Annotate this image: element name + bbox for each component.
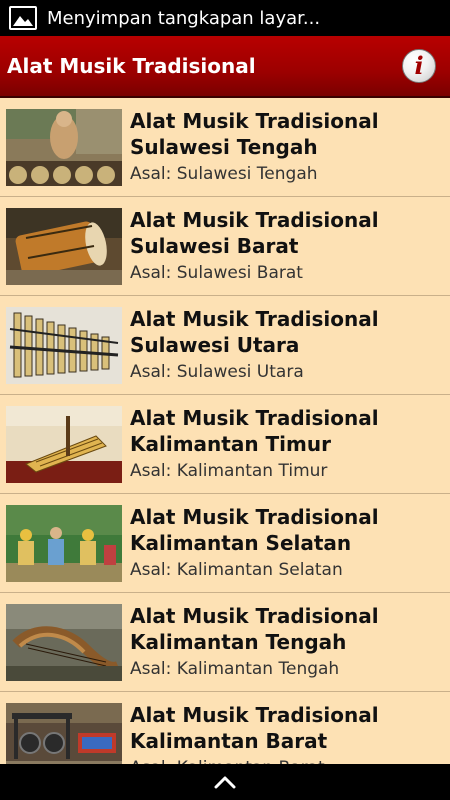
- navigation-bar: [0, 764, 450, 800]
- list-item-kalimantan-timur[interactable]: Alat Musik Tradisional Kalimantan Timur …: [0, 395, 450, 494]
- item-title: Alat Musik Tradisional: [130, 109, 379, 133]
- item-title: Alat Musik Tradisional: [130, 208, 379, 232]
- instrument-thumbnail: [6, 208, 122, 285]
- instrument-thumbnail: [6, 406, 122, 483]
- list-item-kalimantan-selatan[interactable]: Alat Musik Tradisional Kalimantan Selata…: [0, 494, 450, 593]
- instrument-thumbnail: [6, 505, 122, 582]
- instrument-thumbnail: [6, 604, 122, 681]
- item-origin: Asal: Sulawesi Utara: [130, 362, 304, 382]
- list-item-sulawesi-tengah[interactable]: Alat Musik Tradisional Sulawesi Tengah A…: [0, 98, 450, 197]
- item-origin: Asal: Sulawesi Barat: [130, 263, 303, 283]
- item-title-region: Kalimantan Selatan: [130, 531, 352, 555]
- item-title-region: Sulawesi Tengah: [130, 135, 318, 159]
- item-title-region: Sulawesi Utara: [130, 333, 300, 357]
- item-title: Alat Musik Tradisional: [130, 703, 379, 727]
- item-title: Alat Musik Tradisional: [130, 505, 379, 529]
- item-origin: Asal: Kalimantan Tengah: [130, 659, 340, 679]
- instrument-thumbnail: [6, 109, 122, 186]
- item-origin: Asal: Kalimantan Timur: [130, 461, 328, 481]
- status-bar: Menyimpan tangkapan layar...: [0, 0, 450, 36]
- list-item-kalimantan-tengah[interactable]: Alat Musik Tradisional Kalimantan Tengah…: [0, 593, 450, 692]
- instrument-thumbnail: [6, 307, 122, 384]
- item-origin: Asal: Sulawesi Tengah: [130, 164, 318, 184]
- notification-text: Menyimpan tangkapan layar...: [47, 7, 321, 29]
- list-item-sulawesi-barat[interactable]: Alat Musik Tradisional Sulawesi Barat As…: [0, 197, 450, 296]
- app-bar: Alat Musik Tradisional i: [0, 36, 450, 98]
- instrument-list[interactable]: Alat Musik Tradisional Sulawesi Tengah A…: [0, 98, 450, 764]
- app-title: Alat Musik Tradisional: [7, 54, 256, 78]
- info-button[interactable]: i: [402, 49, 436, 83]
- item-origin: Asal: Kalimantan Barat: [130, 756, 379, 764]
- item-title-region: Sulawesi Barat: [130, 234, 299, 258]
- info-icon: i: [414, 51, 424, 80]
- list-item-sulawesi-utara[interactable]: Alat Musik Tradisional Sulawesi Utara As…: [0, 296, 450, 395]
- instrument-thumbnail: [6, 703, 122, 764]
- image-icon: [9, 6, 37, 30]
- item-title-region: Kalimantan Timur: [130, 432, 331, 456]
- item-title: Alat Musik Tradisional: [130, 604, 379, 628]
- list-item-kalimantan-barat[interactable]: Alat Musik Tradisional Kalimantan Barat …: [0, 692, 450, 764]
- chevron-up-icon[interactable]: [213, 775, 237, 789]
- item-title: Alat Musik Tradisional: [130, 307, 379, 331]
- item-title-region: Kalimantan Tengah: [130, 630, 347, 654]
- item-title-region: Kalimantan Barat: [130, 729, 328, 753]
- item-title: Alat Musik Tradisional: [130, 406, 379, 430]
- item-origin: Asal: Kalimantan Selatan: [130, 560, 343, 580]
